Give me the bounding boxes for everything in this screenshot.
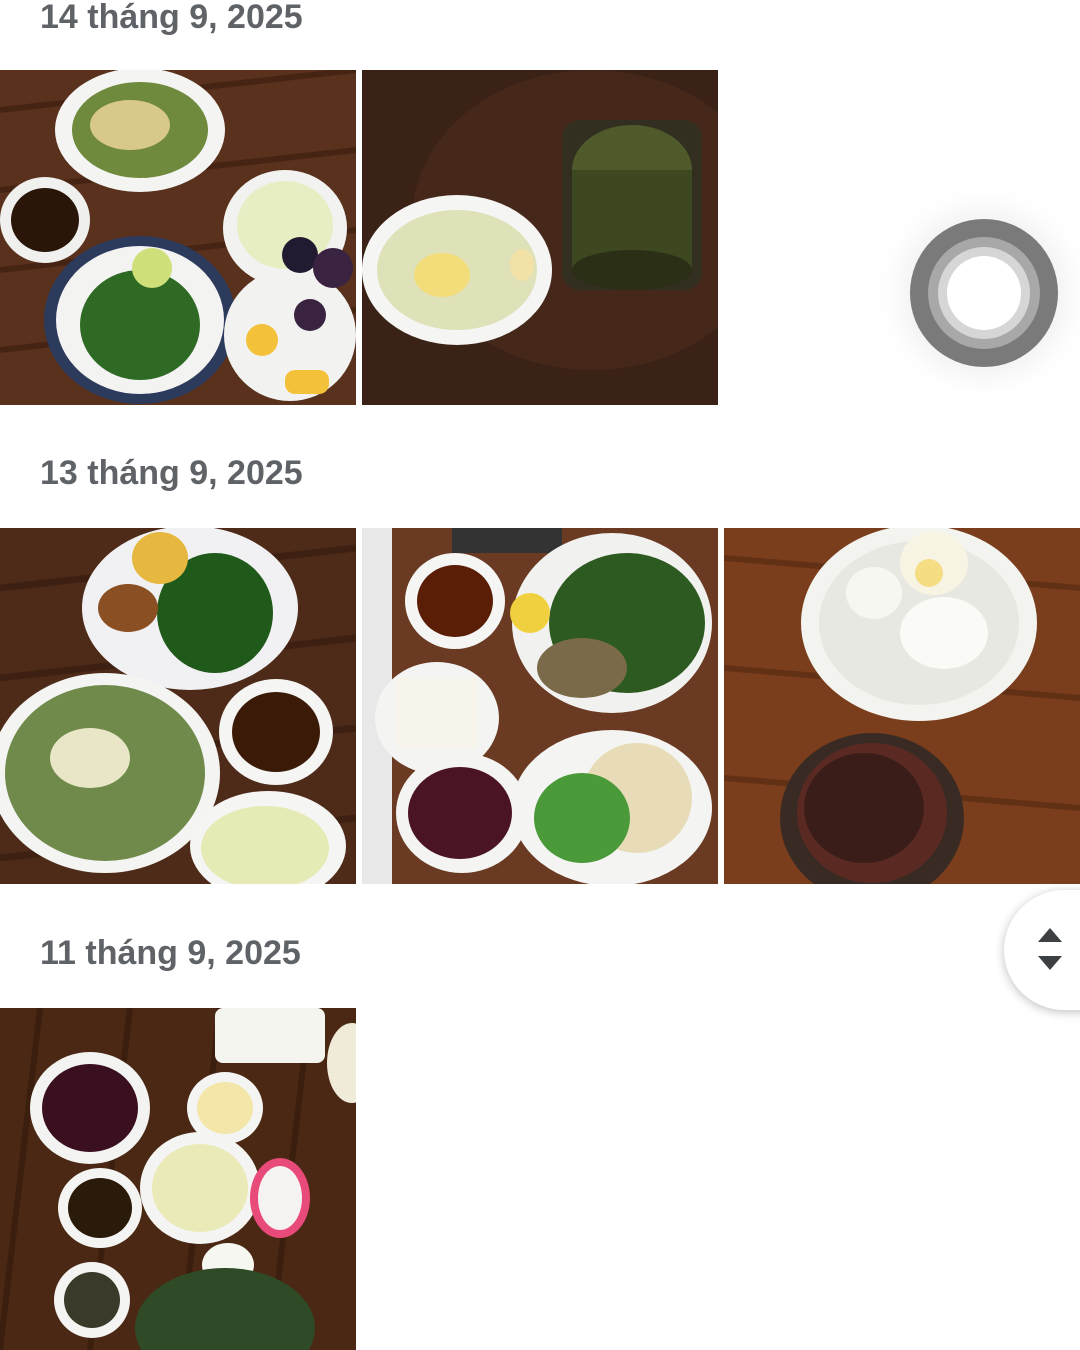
assistive-touch-button[interactable] <box>910 219 1058 367</box>
photo-thumbnail[interactable] <box>362 528 718 884</box>
photo-thumbnail[interactable] <box>0 70 356 405</box>
fast-scroll-handle[interactable] <box>1004 890 1080 1010</box>
scroll-down-icon <box>1038 956 1062 970</box>
scroll-up-icon <box>1038 928 1062 942</box>
photo-thumbnail[interactable] <box>724 528 1080 884</box>
photo-thumbnail[interactable] <box>0 1008 356 1350</box>
date-header: 11 tháng 9, 2025 <box>40 934 301 972</box>
date-header: 14 tháng 9, 2025 <box>40 0 303 36</box>
photo-thumbnail[interactable] <box>0 528 356 884</box>
photo-thumbnail[interactable] <box>362 70 718 405</box>
date-header: 13 tháng 9, 2025 <box>40 454 303 492</box>
